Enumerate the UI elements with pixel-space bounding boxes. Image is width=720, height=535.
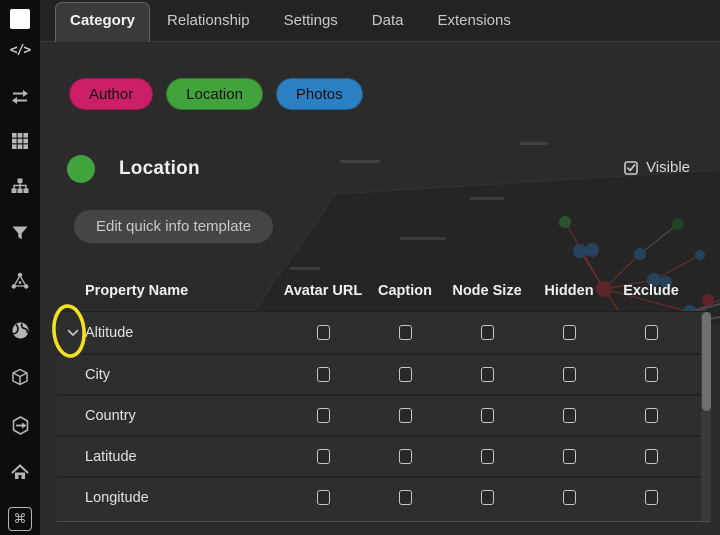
table-row-city: City (57, 353, 711, 394)
tab-settings[interactable]: Settings (284, 12, 338, 41)
table-header-row: Property Name Avatar URL Caption Node Si… (57, 270, 711, 311)
checkbox-latitude-exclude[interactable] (645, 449, 658, 464)
icon-sidebar: </> ⌘ (0, 0, 40, 535)
pill-photos[interactable]: Photos (276, 78, 363, 110)
checkbox-longitude-caption[interactable] (399, 490, 412, 505)
checkbox-latitude-caption[interactable] (399, 449, 412, 464)
globe-icon[interactable] (0, 318, 40, 342)
section-title: Location (119, 158, 200, 180)
category-pills: Author Location Photos (69, 78, 363, 110)
code-icon[interactable]: </> (0, 38, 40, 62)
table-row-country: Country (57, 394, 711, 435)
property-name: City (57, 367, 282, 383)
column-header-avatar-url: Avatar URL (282, 283, 364, 299)
checkbox-city-hidden[interactable] (563, 367, 576, 382)
checkbox-city-exclude[interactable] (645, 367, 658, 382)
checkbox-country-avatar-url[interactable] (317, 408, 330, 423)
network-triangle-icon[interactable] (0, 269, 40, 293)
table-row-longitude: Longitude (57, 476, 711, 517)
checkbox-longitude-avatar-url[interactable] (317, 490, 330, 505)
column-header-property-name: Property Name (57, 283, 282, 299)
pill-author[interactable]: Author (69, 78, 153, 110)
checkbox-country-hidden[interactable] (563, 408, 576, 423)
checkbox-altitude-caption[interactable] (399, 325, 412, 340)
checkbox-city-caption[interactable] (399, 367, 412, 382)
table-row-altitude: Altitude (57, 312, 711, 353)
property-name: Country (57, 408, 282, 424)
checkbox-longitude-exclude[interactable] (645, 490, 658, 505)
visible-toggle[interactable]: Visible (624, 159, 690, 176)
checkbox-altitude-hidden[interactable] (563, 325, 576, 340)
section-header: Location Visible (67, 155, 690, 183)
property-name: Latitude (57, 449, 282, 465)
checkbox-altitude-node-size[interactable] (481, 325, 494, 340)
table-row-latitude: Latitude (57, 435, 711, 476)
table-body: Altitude City (57, 311, 711, 522)
command-icon[interactable]: ⌘ (0, 507, 40, 531)
hexagon-export-icon[interactable] (0, 413, 40, 437)
altitude-expand-chevron-icon[interactable] (66, 326, 80, 340)
column-header-node-size: Node Size (446, 283, 528, 299)
sitemap-icon[interactable] (0, 174, 40, 198)
white-square-icon[interactable] (0, 7, 40, 31)
filter-icon[interactable] (0, 221, 40, 245)
checkbox-latitude-node-size[interactable] (481, 449, 494, 464)
tab-data[interactable]: Data (372, 12, 404, 41)
column-header-exclude: Exclude (610, 283, 692, 299)
checked-checkbox-icon (624, 161, 638, 175)
tab-extensions[interactable]: Extensions (437, 12, 510, 41)
grid-icon[interactable] (0, 129, 40, 153)
cube-icon[interactable] (0, 365, 40, 389)
table-scrollbar-track[interactable] (701, 312, 711, 521)
tab-relationship[interactable]: Relationship (167, 12, 250, 41)
tab-category[interactable]: Category (55, 2, 150, 42)
edit-quick-info-template-button[interactable]: Edit quick info template (74, 210, 273, 243)
checkbox-longitude-hidden[interactable] (563, 490, 576, 505)
checkbox-country-caption[interactable] (399, 408, 412, 423)
checkbox-city-node-size[interactable] (481, 367, 494, 382)
category-content: Author Location Photos Location Visible … (40, 42, 720, 535)
checkbox-altitude-exclude[interactable] (645, 325, 658, 340)
pill-location[interactable]: Location (166, 78, 263, 110)
home-icon[interactable] (0, 460, 40, 484)
property-name: Altitude (57, 325, 282, 341)
checkbox-city-avatar-url[interactable] (317, 367, 330, 382)
column-header-hidden: Hidden (528, 283, 610, 299)
checkbox-latitude-hidden[interactable] (563, 449, 576, 464)
column-header-caption: Caption (364, 283, 446, 299)
table-scrollbar-thumb[interactable] (702, 312, 711, 411)
swap-arrows-icon[interactable] (0, 85, 40, 109)
checkbox-longitude-node-size[interactable] (481, 490, 494, 505)
checkbox-altitude-avatar-url[interactable] (317, 325, 330, 340)
category-color-dot[interactable] (67, 155, 95, 183)
checkbox-latitude-avatar-url[interactable] (317, 449, 330, 464)
property-table: Property Name Avatar URL Caption Node Si… (57, 270, 711, 522)
checkbox-country-node-size[interactable] (481, 408, 494, 423)
visible-label: Visible (646, 159, 690, 176)
checkbox-country-exclude[interactable] (645, 408, 658, 423)
main-panel: Category Relationship Settings Data Exte… (40, 0, 720, 535)
property-name: Longitude (57, 490, 282, 506)
tab-bar: Category Relationship Settings Data Exte… (40, 0, 720, 42)
